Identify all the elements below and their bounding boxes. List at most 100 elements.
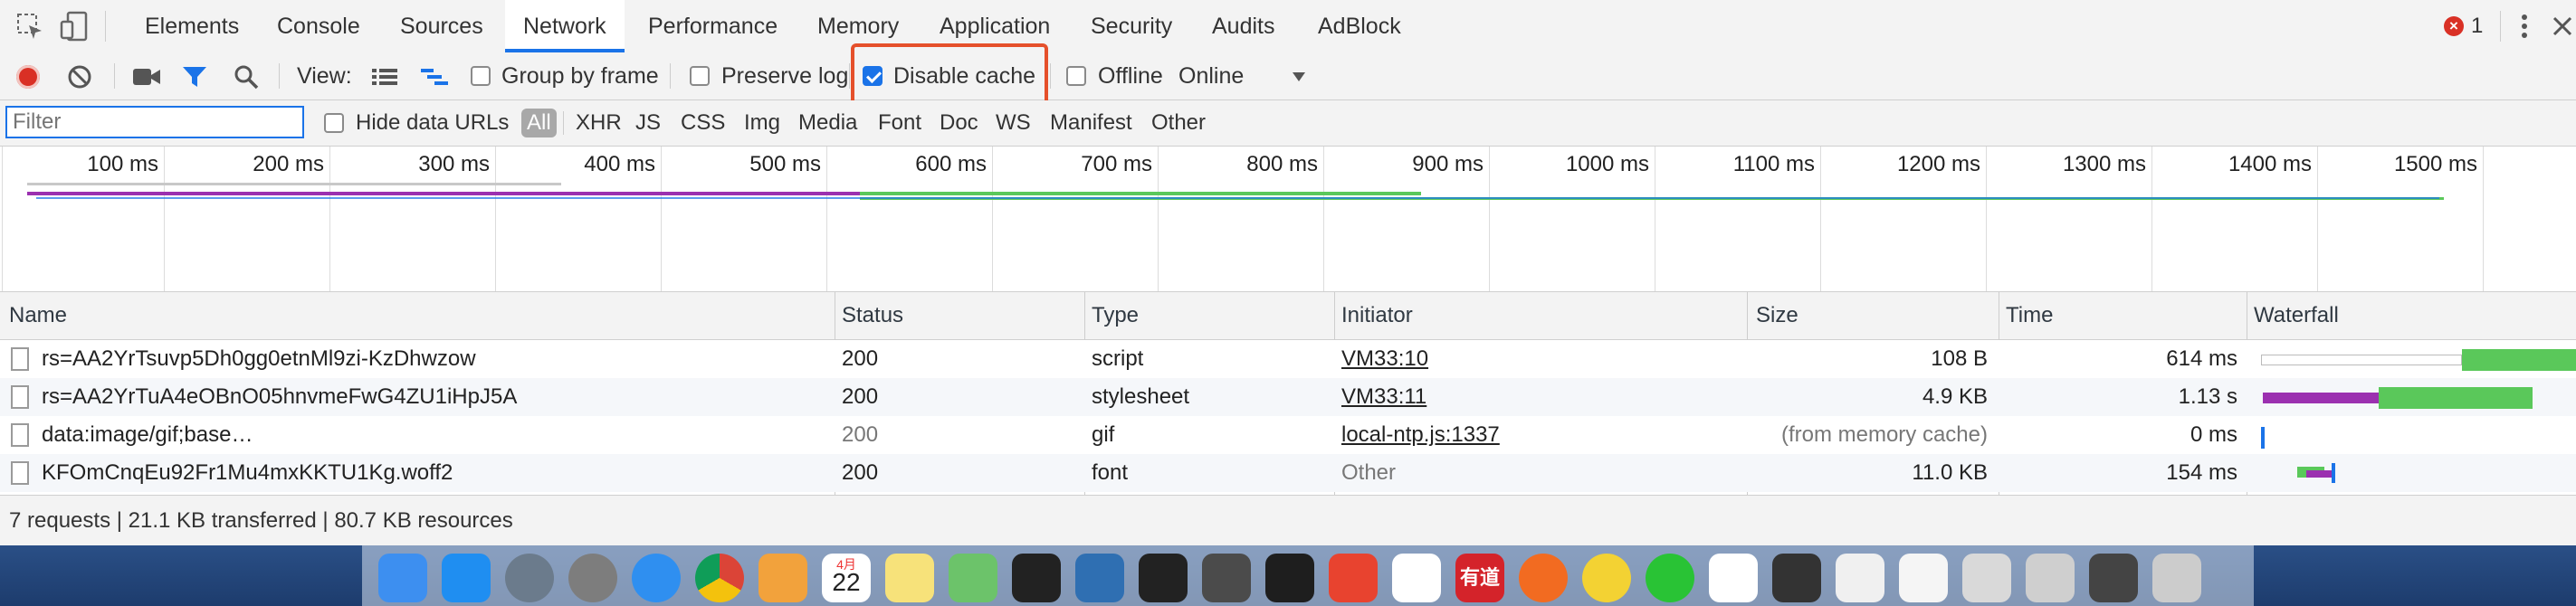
request-initiator[interactable]: VM33:10 <box>1341 340 1428 378</box>
app-store-icon[interactable] <box>442 554 491 602</box>
overview-tick-label: 1100 ms <box>1732 152 1815 176</box>
banana-icon[interactable] <box>1582 554 1631 602</box>
filter-type-doc[interactable]: Doc <box>940 100 978 146</box>
preserve-log-checkbox[interactable] <box>690 66 710 86</box>
tab-elements[interactable]: Elements <box>145 0 239 52</box>
datagrip-icon[interactable] <box>1075 554 1124 602</box>
request-row[interactable]: data:image/gif;base… 200 gif local-ntp.js:1… <box>0 416 2576 454</box>
calendar-icon[interactable]: 4月 22 <box>822 554 871 602</box>
column-header-waterfall[interactable]: Waterfall <box>2254 292 2339 339</box>
xmind-icon[interactable] <box>1329 554 1378 602</box>
filter-type-all[interactable]: All <box>521 109 557 137</box>
filter-input[interactable] <box>5 106 304 138</box>
paw-icon[interactable] <box>1519 554 1568 602</box>
tab-audits[interactable]: Audits <box>1212 0 1274 52</box>
request-initiator[interactable]: VM33:11 <box>1341 378 1426 416</box>
overview-tick-label: 100 ms <box>87 152 158 176</box>
request-row[interactable]: rs=AA2YrTsuvp5Dh0gg0etnMl9zi-KzDhwzow 200… <box>0 340 2576 378</box>
filter-type-manifest[interactable]: Manifest <box>1050 100 1132 146</box>
launchpad-icon[interactable] <box>505 554 554 602</box>
inspect-element-icon[interactable] <box>16 13 43 40</box>
evernote-icon[interactable] <box>949 554 997 602</box>
waterfall-bar-row1-waiting <box>2261 355 2462 365</box>
clear-icon[interactable] <box>67 64 92 90</box>
error-icon[interactable]: × <box>2444 16 2464 36</box>
screenshot-icon[interactable] <box>1962 554 2011 602</box>
toolbar-divider <box>849 63 850 89</box>
filter-type-media[interactable]: Media <box>798 100 857 146</box>
column-header-status[interactable]: Status <box>842 292 903 339</box>
youdao-label: 有道 <box>1459 566 1500 589</box>
filter-funnel-icon[interactable] <box>181 65 208 89</box>
filter-type-js[interactable]: JS <box>635 100 661 146</box>
record-button[interactable] <box>16 65 40 89</box>
sublime-icon[interactable] <box>1202 554 1251 602</box>
tab-sources[interactable]: Sources <box>400 0 483 52</box>
textedit-icon[interactable] <box>1836 554 1884 602</box>
safari-icon[interactable] <box>632 554 681 602</box>
search-icon[interactable] <box>234 64 259 90</box>
more-options-icon[interactable] <box>2520 13 2529 40</box>
tab-console[interactable]: Console <box>277 0 360 52</box>
hide-data-urls-label: Hide data URLs <box>356 110 510 135</box>
error-count[interactable]: 1 <box>2471 0 2483 52</box>
request-row[interactable]: rs=AA2YrTuA4eOBnO05hnvmeFwG4ZU1iHpJ5A 200… <box>0 378 2576 416</box>
request-summary: 7 requests | 21.1 KB transferred | 80.7 … <box>9 508 513 533</box>
column-header-size[interactable]: Size <box>1756 292 1798 339</box>
filter-type-xhr[interactable]: XHR <box>576 100 622 146</box>
filter-type-font[interactable]: Font <box>878 100 921 146</box>
youdao-icon[interactable]: 有道 <box>1455 554 1504 602</box>
filter-bar: Hide data URLs All XHR JS CSS Img Media Font Do… <box>0 100 2576 147</box>
request-status: 200 <box>842 346 879 371</box>
calendar-day: 22 <box>832 568 861 596</box>
network-toolbar: View: Group by frame Preserve log Disabl… <box>0 52 2576 100</box>
column-header-type[interactable]: Type <box>1092 292 1139 339</box>
chrome-icon[interactable] <box>695 554 744 602</box>
document-icon[interactable] <box>1899 554 1948 602</box>
filter-type-img[interactable]: Img <box>744 100 780 146</box>
notes-icon[interactable] <box>885 554 934 602</box>
tab-security[interactable]: Security <box>1091 0 1172 52</box>
timeline-overview[interactable]: 100 ms 200 ms 300 ms 400 ms 500 ms 600 ms 700 … <box>0 147 2576 292</box>
throttling-dropdown-arrow-icon[interactable] <box>1293 72 1305 81</box>
request-name: data:image/gif;base… <box>42 422 253 447</box>
large-rows-icon[interactable] <box>371 67 398 87</box>
tab-network[interactable]: Network <box>505 0 625 52</box>
finder-icon[interactable] <box>378 554 427 602</box>
column-header-initiator[interactable]: Initiator <box>1341 292 1413 339</box>
system-prefs-icon[interactable] <box>568 554 617 602</box>
books-icon[interactable] <box>758 554 807 602</box>
wechat-icon[interactable] <box>1646 554 1694 602</box>
webstorm-icon[interactable] <box>1139 554 1188 602</box>
baidu-netdisk-icon[interactable] <box>1392 554 1441 602</box>
device-toolbar-icon[interactable] <box>60 11 89 42</box>
qq-icon[interactable] <box>1709 554 1758 602</box>
filter-type-other[interactable]: Other <box>1151 100 1206 146</box>
request-row[interactable]: KFOmCnqEu92Fr1Mu4mxKKTU1Kg.woff2 200 font O… <box>0 454 2576 492</box>
screenshot-camera-icon[interactable] <box>132 67 161 87</box>
terminal-icon[interactable] <box>1265 554 1314 602</box>
group-by-frame-checkbox[interactable] <box>471 66 491 86</box>
column-header-name[interactable]: Name <box>9 292 67 339</box>
intellij-icon[interactable] <box>1012 554 1061 602</box>
waterfall-view-icon[interactable] <box>420 67 449 87</box>
filter-type-css[interactable]: CSS <box>681 100 725 146</box>
close-icon[interactable] <box>2551 13 2576 40</box>
filter-divider <box>563 111 564 135</box>
column-header-time[interactable]: Time <box>2006 292 2053 339</box>
filter-type-ws[interactable]: WS <box>996 100 1031 146</box>
trash-icon[interactable] <box>2152 554 2201 602</box>
request-initiator[interactable]: local-ntp.js:1337 <box>1341 416 1500 454</box>
screenshot-icon-3[interactable] <box>2089 554 2138 602</box>
throttling-select[interactable]: Online <box>1178 52 1244 99</box>
screenshot-icon-2[interactable] <box>2026 554 2075 602</box>
hide-data-urls-checkbox[interactable] <box>324 113 344 133</box>
overview-gridline <box>2317 147 2318 291</box>
annotation-highlight-box <box>851 43 1048 109</box>
tab-adblock[interactable]: AdBlock <box>1318 0 1401 52</box>
tab-performance[interactable]: Performance <box>648 0 778 52</box>
offline-checkbox[interactable] <box>1066 66 1086 86</box>
activity-monitor-icon[interactable] <box>1772 554 1821 602</box>
waterfall-bar-row4-purple <box>2306 470 2332 478</box>
overview-tick-label: 300 ms <box>418 152 490 176</box>
